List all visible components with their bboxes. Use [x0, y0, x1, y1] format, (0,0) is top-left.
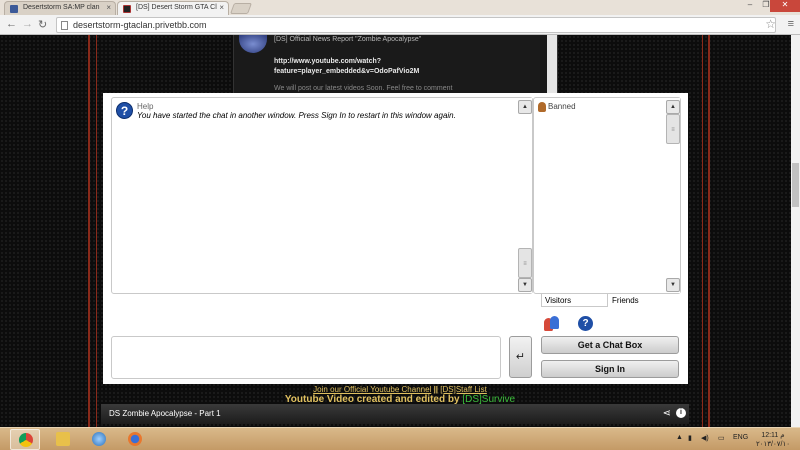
clock-time: 12:11 م [761, 432, 785, 439]
page-scrollbar[interactable] [791, 35, 800, 427]
tab-friends[interactable]: Friends [609, 294, 642, 307]
video-player-bar[interactable]: DS Zombie Apocalypse - Part 1 ⋖ i [101, 404, 689, 424]
folder-icon [56, 432, 70, 446]
scroll-down-icon[interactable]: ▼ [518, 278, 532, 292]
language-indicator[interactable]: ENG [733, 434, 748, 441]
chat-input[interactable] [111, 336, 501, 379]
scroll-up-icon[interactable]: ▲ [518, 100, 532, 114]
users-icon[interactable] [544, 316, 560, 331]
scroll-thumb[interactable]: ≡ [666, 114, 680, 144]
footer-links: Join our Official Youtube Channel || [DS… [0, 385, 800, 394]
address-bar[interactable]: desertstorm-gtaclan.privetbb.com [56, 17, 776, 33]
banned-label[interactable]: Banned [548, 102, 576, 111]
get-chatbox-button[interactable]: Get a Chat Box [541, 336, 679, 354]
frame-border-right [708, 35, 710, 427]
scroll-down-icon[interactable]: ▼ [666, 278, 680, 292]
send-button[interactable]: ↵ [509, 336, 532, 378]
reload-icon[interactable]: ↻ [38, 18, 47, 31]
scroll-up-icon[interactable]: ▲ [666, 100, 680, 114]
windows-taskbar: ▲ ▮ ◀) ▭ ENG 12:11 م ٢٠١٣/٠٧/١٠ [0, 427, 800, 450]
messages-scrollbar[interactable]: ▲ ≡ ▼ [518, 98, 532, 293]
share-icon[interactable]: ⋖ [663, 408, 671, 419]
message-text: You have started the chat in another win… [137, 111, 456, 120]
tray-arrow-icon[interactable]: ▲ [676, 434, 683, 441]
battery-icon[interactable]: ▭ [718, 434, 725, 442]
forward-icon[interactable]: → [22, 18, 33, 30]
minimize-icon[interactable]: – [742, 0, 758, 9]
tab-desert-storm-clan[interactable]: [DS] Desert Storm GTA Cl × [117, 1, 229, 15]
link-separator: || [431, 385, 441, 394]
new-tab-button[interactable] [229, 3, 253, 14]
taskbar-firefox[interactable] [120, 429, 150, 450]
page-scroll-thumb[interactable] [792, 163, 799, 207]
bookmark-star-icon[interactable]: ☆ [765, 17, 776, 31]
post-title: [DS] Official News Report "Zombie Apocal… [274, 36, 422, 43]
frame-border-right-inner [702, 35, 703, 427]
volume-icon[interactable]: ◀) [701, 434, 709, 442]
chrome-icon [19, 433, 33, 447]
browser-tab-bar: Desertstorm SA:MP clan × [DS] Desert Sto… [0, 0, 800, 15]
help-button-icon[interactable]: ? [578, 316, 593, 331]
post-scrollbar[interactable] [547, 35, 557, 93]
message-username: Help [137, 102, 154, 111]
close-tab-icon[interactable]: × [219, 3, 224, 12]
url-text: desertstorm-gtaclan.privetbb.com [73, 20, 207, 30]
chat-box: ? Help You have started the chat in anot… [103, 93, 688, 384]
taskbar-app[interactable] [84, 429, 114, 450]
facebook-icon [10, 5, 18, 13]
clock-date: ٢٠١٣/٠٧/١٠ [756, 441, 790, 448]
help-icon: ? [116, 102, 133, 119]
scroll-thumb[interactable]: ≡ [518, 248, 532, 278]
close-tab-icon[interactable]: × [106, 3, 111, 12]
window-close-icon[interactable]: ✕ [770, 0, 800, 12]
page-icon [61, 21, 68, 30]
frame-border-left [88, 35, 90, 427]
taskbar-chrome[interactable] [10, 429, 40, 450]
youtube-link[interactable]: http://www.youtube.com/watch?feature=pla… [274, 57, 514, 77]
tab-title: Desertstorm SA:MP clan [23, 4, 100, 11]
tab-visitors[interactable]: Visitors [541, 294, 608, 307]
clock[interactable]: 12:11 م ٢٠١٣/٠٧/١٠ [756, 431, 790, 449]
post-text: We will post our latest videos Soon. Fee… [274, 85, 453, 92]
back-icon[interactable]: ← [6, 18, 17, 30]
user-list: Banned ▲ ≡ ▼ [533, 97, 681, 294]
tab-title: [DS] Desert Storm GTA Cl [136, 4, 217, 11]
firefox-icon [128, 432, 142, 446]
taskbar-explorer[interactable] [48, 429, 78, 450]
frame-border-left-inner [96, 35, 97, 427]
youtube-channel-link[interactable]: Join our Official Youtube Channel [313, 385, 431, 394]
app-icon [92, 432, 106, 446]
staff-list-link[interactable]: [DS]Staff List [440, 385, 487, 394]
browser-toolbar: ← → ↻ desertstorm-gtaclan.privetbb.com ☆… [0, 15, 800, 35]
ds-favicon-icon [123, 5, 131, 13]
forum-post: [DS] Official News Report "Zombie Apocal… [233, 35, 558, 93]
userlist-scrollbar[interactable]: ▲ ≡ ▼ [666, 98, 680, 293]
sign-in-button[interactable]: Sign In [541, 360, 679, 378]
chat-message-area: ? Help You have started the chat in anot… [111, 97, 533, 294]
tab-desertstorm-samp[interactable]: Desertstorm SA:MP clan × [4, 1, 116, 15]
network-icon[interactable]: ▮ [688, 434, 692, 442]
user-blue-icon [550, 316, 559, 329]
info-icon[interactable]: i [676, 408, 686, 418]
menu-icon[interactable]: ≡ [788, 18, 794, 30]
post-avatar [239, 35, 267, 53]
video-title[interactable]: DS Zombie Apocalypse - Part 1 [109, 409, 221, 418]
banned-user-icon [538, 102, 546, 112]
